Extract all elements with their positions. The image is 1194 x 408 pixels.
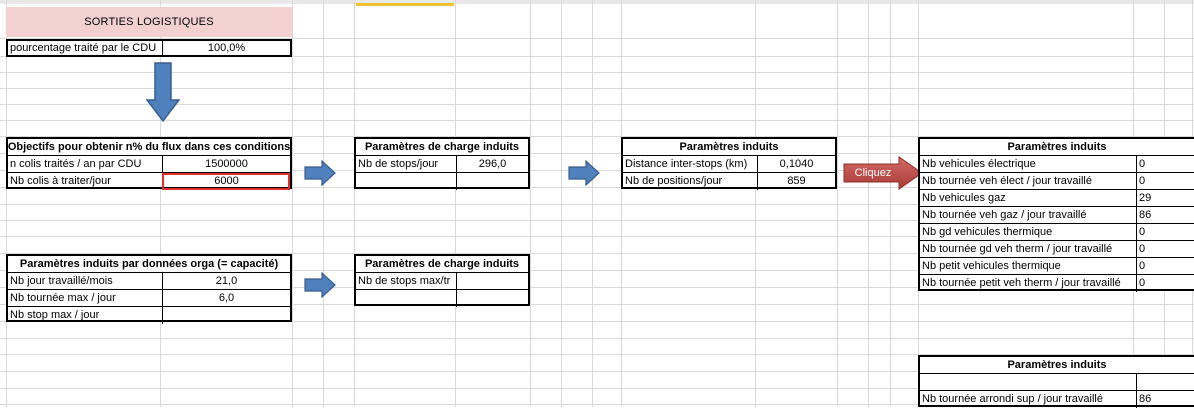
induits-mid-header: Paramètres induits (679, 140, 779, 153)
cliquez-label[interactable]: Cliquez (843, 165, 903, 181)
induits-bottom-label (920, 374, 1136, 390)
charge-table: Paramètres de charge induits Nb de stops… (354, 137, 530, 190)
induits-right-value[interactable]: 0 (1136, 275, 1194, 292)
induits-right-value[interactable]: 29 (1136, 190, 1194, 206)
column-header-strip (0, 0, 1194, 4)
induits-mid-label: Nb de positions/jour (625, 175, 723, 187)
charge-label (356, 173, 456, 190)
induits-right-label: Nb vehicules gaz (922, 191, 1006, 204)
colis-per-day-input[interactable]: 6000 (162, 173, 290, 190)
right-arrow-icon (304, 160, 336, 186)
down-arrow-icon (146, 62, 180, 122)
right-arrow-icon (304, 272, 336, 298)
induits-mid-value[interactable]: 859 (757, 173, 835, 190)
page-title: SORTIES LOGISTIQUES (6, 7, 292, 37)
percentage-label: pourcentage traité par le CDU (10, 41, 157, 54)
charge-value[interactable] (456, 173, 528, 190)
orga-label: Nb jour travaillé/mois (10, 274, 113, 287)
induits-right-header: Paramètres induits (1007, 140, 1107, 153)
induits-mid-table: Paramètres induits Distance inter-stops … (621, 137, 837, 190)
induits-bottom-header: Paramètres induits (1007, 358, 1107, 371)
selected-column-marker (356, 3, 454, 6)
charge-max-label (356, 290, 456, 307)
induits-right-value[interactable]: 0 (1136, 224, 1194, 240)
charge-value[interactable]: 296,0 (456, 156, 528, 172)
induits-bottom-value[interactable] (1136, 374, 1194, 390)
induits-right-value[interactable]: 0 (1136, 241, 1194, 257)
charge-max-label: Nb de stops max/tr (358, 274, 451, 287)
objectifs-header: Objectifs pour obtenir n% du flux dans c… (8, 140, 290, 153)
induits-bottom-value[interactable]: 86 (1136, 391, 1194, 408)
induits-right-label: Nb vehicules électrique (922, 157, 1036, 170)
induits-right-value[interactable]: 0 (1136, 258, 1194, 274)
induits-right-table: Paramètres induits Nb vehicules électriq… (918, 137, 1194, 292)
induits-right-label: Nb petit vehicules thermique (922, 259, 1061, 272)
objectifs-table: Objectifs pour obtenir n% du flux dans c… (6, 137, 292, 190)
induits-right-label: Nb tournée veh élect / jour travaillé (922, 174, 1092, 187)
induits-bottom-table: Paramètres induits Nb tournée arrondi su… (918, 355, 1194, 408)
induits-right-value[interactable]: 0 (1136, 173, 1194, 189)
induits-right-label: Nb tournée petit veh therm / jour travai… (922, 277, 1121, 289)
objectifs-value[interactable]: 1500000 (162, 156, 290, 172)
orga-value[interactable] (162, 307, 290, 324)
percentage-value[interactable]: 100,0% (162, 41, 290, 55)
induits-right-label: Nb tournée gd veh therm / jour travaillé (922, 242, 1113, 255)
objectifs-label: Nb colis à traiter/jour (10, 175, 111, 187)
charge-label: Nb de stops/jour (358, 157, 439, 170)
charge-max-value[interactable] (456, 290, 528, 307)
induits-right-value[interactable]: 86 (1136, 207, 1194, 223)
induits-right-label: Nb tournée veh gaz / jour travaillé (922, 208, 1087, 221)
induits-mid-value[interactable]: 0,1040 (757, 156, 835, 172)
orga-label: Nb tournée max / jour (10, 291, 116, 304)
percentage-row: pourcentage traité par le CDU 100,0% (6, 39, 292, 57)
orga-table: Paramètres induits par données orga (= c… (6, 254, 292, 324)
orga-header: Paramètres induits par données orga (= c… (19, 257, 279, 270)
orga-value[interactable]: 6,0 (162, 290, 290, 306)
induits-right-label: Nb gd vehicules thermique (922, 225, 1053, 238)
induits-mid-label: Distance inter-stops (km) (625, 157, 748, 170)
charge-max-header: Paramètres de charge induits (364, 257, 520, 270)
charge-max-value[interactable] (456, 273, 528, 289)
charge-max-table: Paramètres de charge induits Nb de stops… (354, 254, 530, 307)
charge-header: Paramètres de charge induits (364, 140, 520, 153)
induits-right-value[interactable]: 0 (1136, 156, 1194, 172)
orga-label: Nb stop max / jour (10, 309, 100, 321)
objectifs-label: n colis traités / an par CDU (10, 157, 142, 170)
right-arrow-icon (568, 160, 600, 186)
induits-bottom-label: Nb tournée arrondi sup / jour travaillé (922, 393, 1103, 405)
orga-value[interactable]: 21,0 (162, 273, 290, 289)
